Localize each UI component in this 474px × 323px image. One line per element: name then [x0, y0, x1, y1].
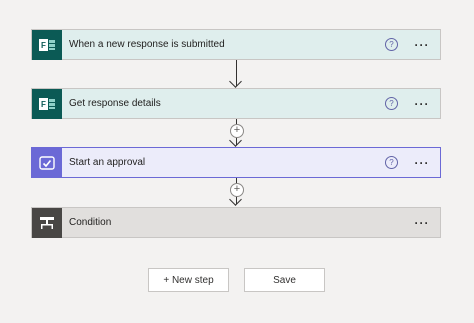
step-title: Start an approval — [69, 157, 146, 168]
get-response-step-card[interactable]: F Get response details ? ··· — [31, 88, 441, 119]
svg-text:F: F — [41, 41, 46, 50]
step-title: Condition — [69, 217, 112, 228]
more-options-icon[interactable]: ··· — [412, 98, 432, 110]
more-options-icon[interactable]: ··· — [412, 217, 432, 229]
more-options-icon[interactable]: ··· — [412, 39, 432, 51]
flow-canvas: F When a new response is submitted ? ···… — [0, 0, 474, 323]
svg-text:F: F — [41, 100, 46, 109]
condition-icon — [32, 207, 62, 238]
arrow-down-icon — [229, 75, 242, 88]
help-icon[interactable]: ? — [385, 38, 398, 51]
new-step-button[interactable]: + New step — [148, 268, 229, 292]
help-icon[interactable]: ? — [385, 97, 398, 110]
trigger-step-card[interactable]: F When a new response is submitted ? ··· — [31, 29, 441, 60]
condition-step-card[interactable]: Condition ··· — [31, 207, 441, 238]
forms-icon: F — [32, 29, 62, 60]
more-options-icon[interactable]: ··· — [412, 157, 432, 169]
approval-icon — [32, 147, 62, 178]
help-icon[interactable]: ? — [385, 156, 398, 169]
step-title: When a new response is submitted — [69, 39, 225, 50]
step-title: Get response details — [69, 98, 161, 109]
forms-icon: F — [32, 88, 62, 119]
save-button[interactable]: Save — [244, 268, 325, 292]
approval-step-card[interactable]: Start an approval ? ··· — [31, 147, 441, 178]
